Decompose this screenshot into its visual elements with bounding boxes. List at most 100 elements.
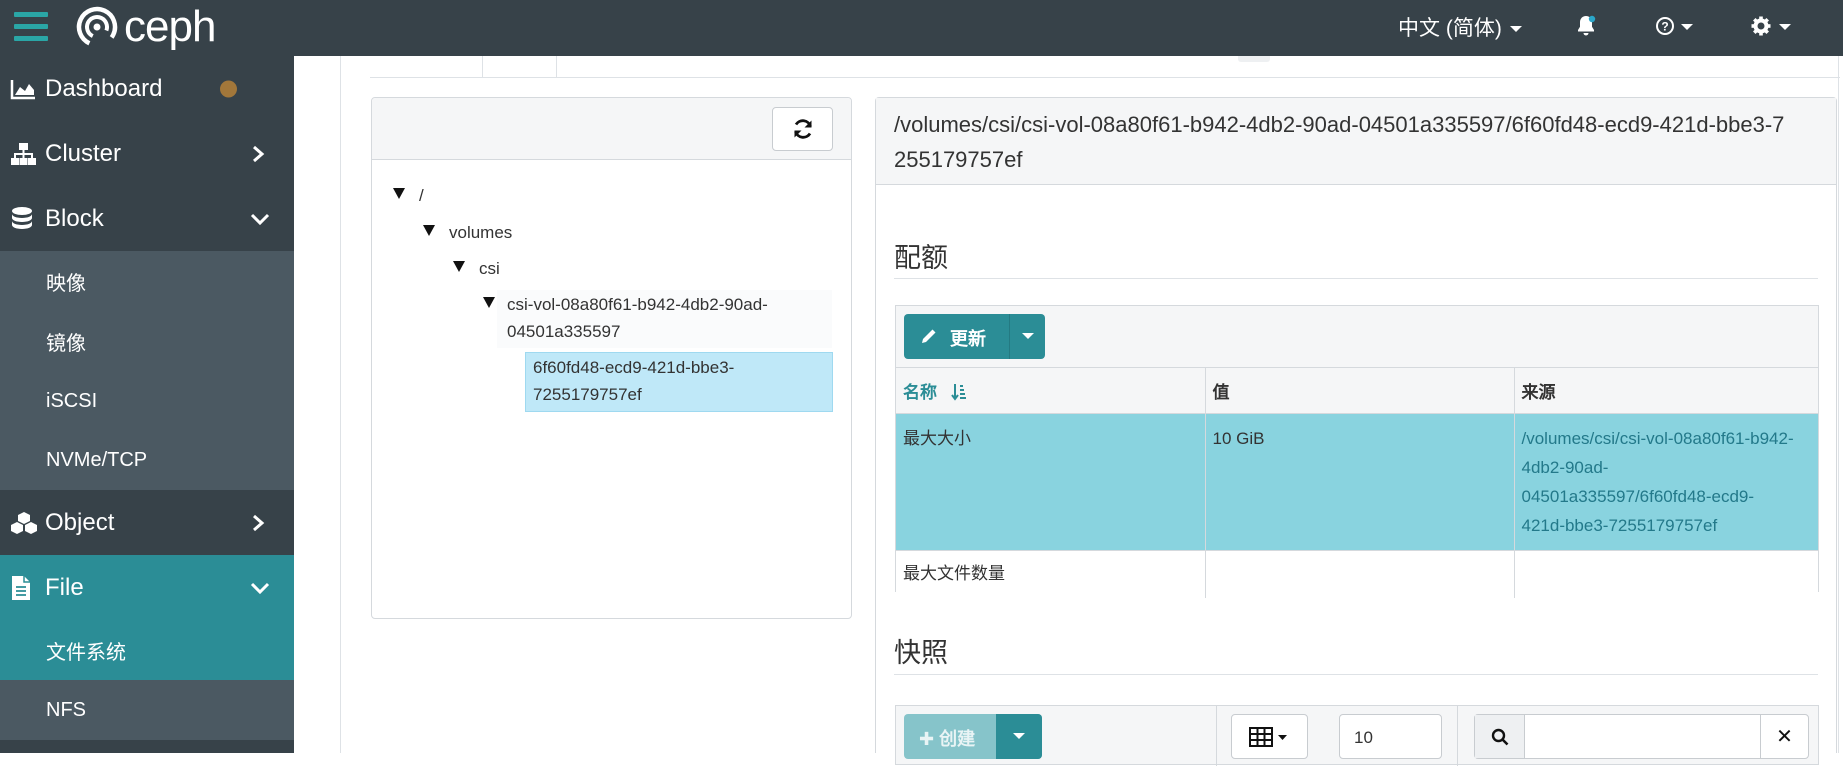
sidebar-item-label: 文件系统 xyxy=(46,641,126,664)
status-dot xyxy=(220,80,237,97)
section-divider xyxy=(894,278,1818,279)
source-line: 04501a335597/6f60fd48-ecd9- xyxy=(1521,487,1755,506)
refresh-icon xyxy=(793,119,812,139)
sidebar-item-nfs[interactable]: NFS xyxy=(0,680,294,740)
sidebar-item-images[interactable]: 映像 xyxy=(0,251,294,311)
language-label: 中文 (简体) xyxy=(1398,17,1502,40)
column-header-name[interactable]: 名称 xyxy=(896,367,1206,414)
help-icon: ? xyxy=(1656,17,1693,35)
sidebar-item-file[interactable]: File xyxy=(0,555,294,620)
file-submenu: 文件系统 NFS xyxy=(0,620,294,740)
chevron-right-icon xyxy=(253,145,265,162)
ceph-logo[interactable]: ceph xyxy=(76,2,216,52)
logo-text: ceph xyxy=(124,2,216,51)
sidebar-item-block[interactable]: Block xyxy=(0,186,294,251)
chevron-down-icon xyxy=(250,582,270,594)
table-row[interactable]: 最大文件数量 xyxy=(896,550,1818,598)
sidebar-item-label: NVMe/TCP xyxy=(46,448,148,471)
column-header-label: 名称 xyxy=(903,383,937,402)
update-button-label: 更新 xyxy=(950,329,986,349)
table-columns-icon xyxy=(1249,727,1287,747)
tree-node-label: 6f60fd48-ecd9-421d-bbe3- xyxy=(533,358,735,377)
help-menu[interactable]: ? xyxy=(1654,14,1694,43)
column-visibility-button[interactable] xyxy=(1231,714,1308,759)
sidebar: Dashboard Cluster Block 映像 镜像 iSCSI NVMe… xyxy=(0,56,294,753)
cell-source: /volumes/csi/csi-vol-08a80f61-b942- 4db2… xyxy=(1514,413,1818,551)
pencil-icon xyxy=(922,329,936,343)
column-header-label: 值 xyxy=(1212,383,1230,402)
sidebar-item-object[interactable]: Object xyxy=(0,490,294,555)
hamburger-icon[interactable] xyxy=(14,9,48,43)
caret-down-icon xyxy=(1013,733,1025,739)
caret-down-icon xyxy=(423,225,435,236)
tree-node-volumes[interactable]: volumes xyxy=(423,219,512,246)
column-header-label: 来源 xyxy=(1521,383,1556,402)
cell-name: 最大大小 xyxy=(896,413,1206,551)
sidebar-item-iscsi[interactable]: iSCSI xyxy=(0,371,294,431)
directory-path: /volumes/csi/csi-vol-08a80f61-b942-4db2-… xyxy=(894,112,1785,172)
cell-value xyxy=(1205,550,1515,598)
quota-table-card: 更新 名称 值 来源 最大大小 10 GiB /volumes/csi/csi-… xyxy=(895,305,1819,598)
snapshots-title: 快照 xyxy=(894,638,948,668)
search-icon xyxy=(1475,715,1525,758)
file-icon xyxy=(12,575,30,600)
sidebar-item-label: NFS xyxy=(46,698,86,721)
sidebar-item-nvme-tcp[interactable]: NVMe/TCP xyxy=(0,430,294,490)
database-icon xyxy=(12,206,32,229)
page-size-input[interactable]: 10 xyxy=(1339,714,1442,759)
tree-node-label: 7255179757ef xyxy=(533,385,642,404)
create-button-content: ✚ 创建 xyxy=(919,725,975,751)
caret-down-icon xyxy=(483,297,495,308)
cubes-icon xyxy=(11,511,37,534)
tree-node-label: csi xyxy=(479,259,500,278)
sidebar-item-filesystems[interactable]: 文件系统 xyxy=(0,620,294,680)
toolbar-divider xyxy=(1457,706,1458,766)
tree-node-label: volumes xyxy=(449,223,513,242)
cell-name: 最大文件数量 xyxy=(896,550,1206,598)
tree-panel-header xyxy=(372,98,851,160)
update-button[interactable]: 更新 xyxy=(904,314,1045,359)
table-header-row: 名称 值 来源 xyxy=(896,367,1818,414)
refresh-button[interactable] xyxy=(772,107,833,151)
tree-node-selected-label[interactable]: 6f60fd48-ecd9-421d-bbe3- 7255179757ef xyxy=(533,354,734,408)
create-button[interactable]: ✚ 创建 xyxy=(904,714,1042,759)
svg-text:?: ? xyxy=(1661,20,1668,34)
snapshots-toolbar: ✚ 创建 10 ✕ xyxy=(895,705,1819,766)
chevron-down-icon xyxy=(1509,26,1522,33)
settings-menu[interactable] xyxy=(1750,14,1792,43)
sidebar-item-cluster[interactable]: Cluster xyxy=(0,121,294,186)
section-divider xyxy=(894,674,1818,675)
toolbar-divider xyxy=(1216,706,1217,766)
chevron-right-icon xyxy=(253,514,265,531)
tree-node-label: / xyxy=(419,186,424,205)
tree-node-csi-vol-label[interactable]: csi-vol-08a80f61-b942-4db2-90ad- 04501a33… xyxy=(507,291,768,345)
sidebar-item-label: Dashboard xyxy=(45,74,163,102)
gear-icon xyxy=(1751,16,1791,36)
source-line: 4db2-90ad- xyxy=(1521,458,1609,477)
bell-icon[interactable] xyxy=(1574,14,1598,43)
close-icon[interactable]: ✕ xyxy=(1760,715,1808,758)
cell-source xyxy=(1514,550,1818,598)
sidebar-item-mirroring[interactable]: 镜像 xyxy=(0,311,294,371)
tree-node-csi-vol[interactable] xyxy=(483,291,509,318)
sort-icon xyxy=(951,384,966,401)
table-row[interactable]: 最大大小 10 GiB /volumes/csi/csi-vol-08a80f6… xyxy=(896,413,1818,551)
chart-area-icon xyxy=(10,79,35,99)
tree-node-root[interactable]: / xyxy=(393,182,424,209)
plus-icon: ✚ xyxy=(919,729,935,749)
tab-divider xyxy=(556,56,557,78)
create-dropdown-toggle[interactable] xyxy=(996,714,1042,759)
language-selector[interactable]: 中文 (简体) xyxy=(1398,12,1522,42)
tab-indicator xyxy=(1238,56,1270,62)
column-header-value[interactable]: 值 xyxy=(1205,367,1515,414)
source-line: /volumes/csi/csi-vol-08a80f61-b942- xyxy=(1521,429,1794,448)
caret-down-icon[interactable] xyxy=(1022,333,1034,339)
sidebar-item-dashboard[interactable]: Dashboard xyxy=(0,56,294,121)
sidebar-item-label: File xyxy=(45,573,84,601)
tree-node-csi[interactable]: csi xyxy=(453,255,500,282)
sidebar-item-label: Object xyxy=(45,508,115,536)
directory-details-panel: /volumes/csi/csi-vol-08a80f61-b942- 4db2-… xyxy=(875,97,1837,766)
search-group: ✕ xyxy=(1474,714,1809,759)
quota-table: 名称 值 来源 最大大小 10 GiB /volumes/csi/csi-vol… xyxy=(896,367,1818,598)
column-header-source[interactable]: 来源 xyxy=(1514,367,1818,414)
